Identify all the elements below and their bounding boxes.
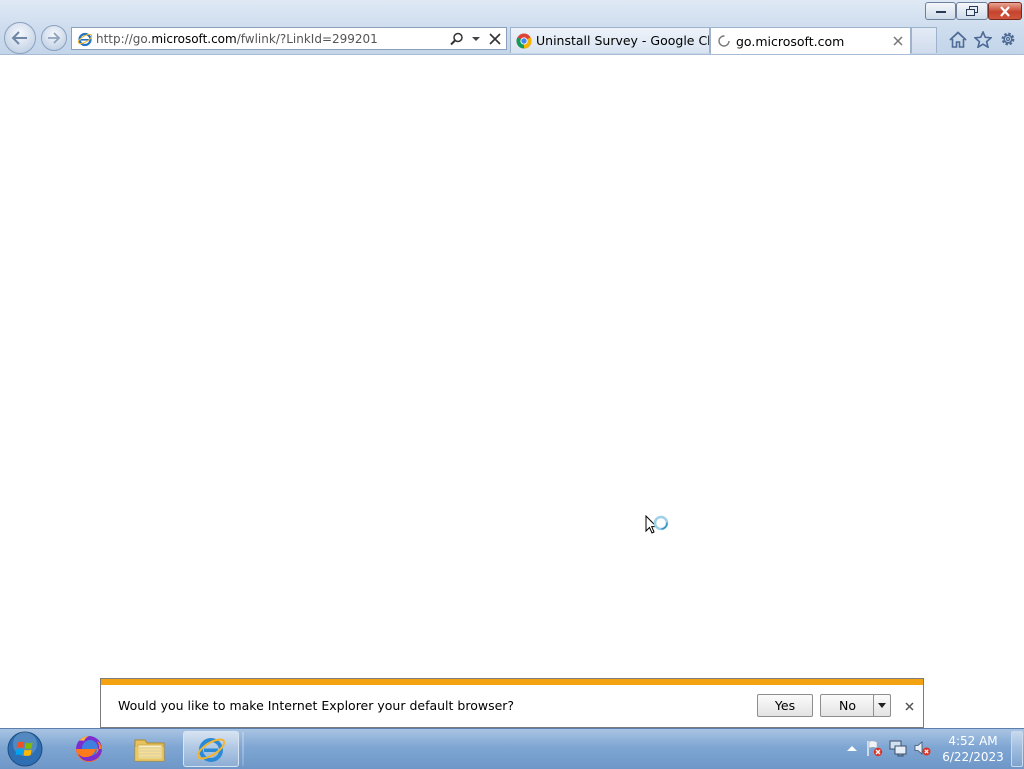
taskbar: 4:52 AM 6/22/2023 <box>0 728 1024 769</box>
chevron-down-icon <box>472 36 480 41</box>
home-button[interactable] <box>948 29 968 49</box>
file-explorer-icon <box>134 739 165 762</box>
taskbar-internet-explorer[interactable] <box>183 731 239 767</box>
tab-label: go.microsoft.com <box>736 33 845 49</box>
search-icon <box>450 32 463 45</box>
action-center-tray[interactable] <box>865 739 883 757</box>
browser-chrome: http://go.microsoft.com/fwlink/?LinkId=2… <box>0 0 1024 55</box>
close-icon <box>1000 5 1010 17</box>
page-content <box>0 55 1024 728</box>
chrome-icon <box>516 33 532 48</box>
restore-button[interactable] <box>956 2 988 20</box>
star-icon <box>974 30 992 48</box>
busy-cursor-icon <box>645 515 669 534</box>
tools-button[interactable] <box>998 29 1018 49</box>
stop-button[interactable] <box>487 31 503 47</box>
close-button[interactable] <box>988 2 1022 20</box>
internet-explorer-icon <box>196 738 226 762</box>
url-prefix: http://go. <box>96 31 152 46</box>
close-icon <box>893 36 903 46</box>
notification-close-button[interactable] <box>902 699 916 713</box>
tab-go-microsoft[interactable]: go.microsoft.com <box>710 27 911 54</box>
new-tab-button[interactable] <box>911 27 937 53</box>
volume-muted-icon <box>914 741 931 756</box>
flag-warning-icon <box>867 740 883 757</box>
favorites-button[interactable] <box>973 29 993 49</box>
notification-message: Would you like to make Internet Explorer… <box>118 698 515 713</box>
home-icon <box>949 30 967 48</box>
internet-explorer-icon <box>77 32 93 46</box>
no-options-dropdown[interactable] <box>873 694 891 717</box>
forward-arrow-icon <box>48 32 61 44</box>
network-icon <box>889 740 907 757</box>
taskbar-firefox[interactable] <box>61 731 117 767</box>
show-desktop-button[interactable] <box>1011 731 1023 767</box>
start-button[interactable] <box>5 730 45 768</box>
search-dropdown-button[interactable] <box>468 31 484 47</box>
loading-icon <box>718 35 730 47</box>
address-bar[interactable]: http://go.microsoft.com/fwlink/?LinkId=2… <box>71 27 507 50</box>
chevron-down-icon <box>878 703 886 708</box>
back-arrow-icon <box>11 31 27 45</box>
yes-button[interactable]: Yes <box>757 694 813 717</box>
restore-icon <box>966 5 978 16</box>
gear-icon <box>1001 32 1015 46</box>
url-suffix: /fwlink/?LinkId=299201 <box>236 31 378 46</box>
taskbar-file-explorer[interactable] <box>122 731 178 767</box>
no-button[interactable]: No <box>820 694 875 717</box>
minimize-icon <box>935 11 946 13</box>
notification-stripe <box>101 679 923 685</box>
tab-close-button[interactable] <box>890 33 906 49</box>
tab-label: Uninstall Survey - Google Chr... <box>536 33 709 48</box>
close-icon <box>904 701 914 711</box>
clock-time: 4:52 AM <box>948 734 998 748</box>
tab-uninstall-survey[interactable]: Uninstall Survey - Google Chr... <box>510 27 710 53</box>
firefox-icon <box>76 736 102 762</box>
system-clock[interactable]: 4:52 AM 6/22/2023 <box>938 733 1008 765</box>
default-browser-notification: Would you like to make Internet Explorer… <box>100 678 924 728</box>
taskbar-separator <box>242 732 244 766</box>
minimize-button[interactable] <box>925 2 956 20</box>
show-hidden-icons-button[interactable] <box>843 739 861 757</box>
stop-icon <box>489 32 501 45</box>
clock-date: 6/22/2023 <box>942 750 1004 764</box>
windows-logo-icon <box>7 731 43 767</box>
search-button[interactable] <box>449 31 465 47</box>
forward-button[interactable] <box>41 25 67 51</box>
back-button[interactable] <box>4 22 36 54</box>
network-tray[interactable] <box>889 739 907 757</box>
url-domain: microsoft.com <box>151 31 237 46</box>
url-text[interactable]: http://go.microsoft.com/fwlink/?LinkId=2… <box>96 32 449 46</box>
volume-tray[interactable] <box>913 739 931 757</box>
chevron-up-icon <box>847 745 857 751</box>
